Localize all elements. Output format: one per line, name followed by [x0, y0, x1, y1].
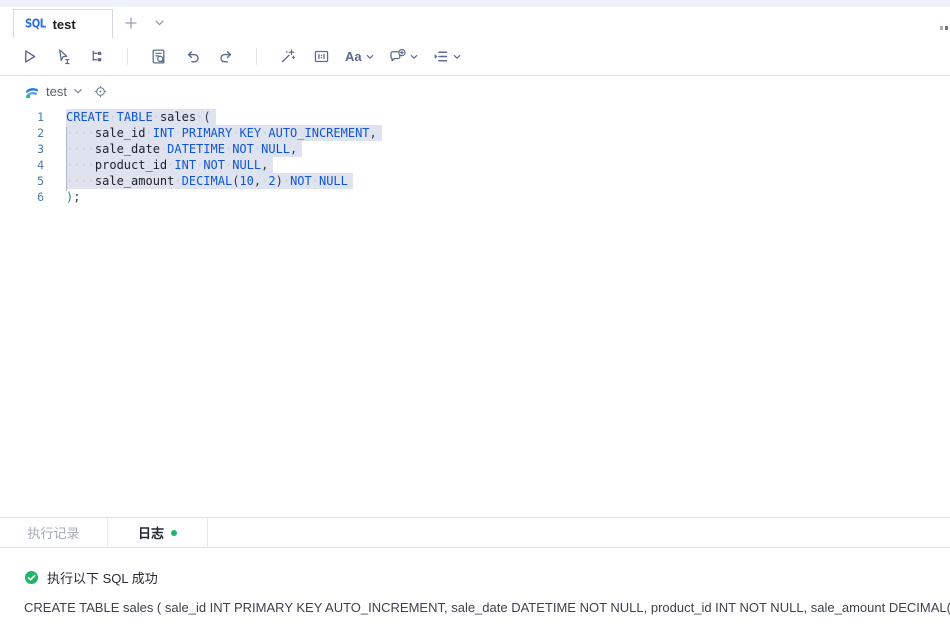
- caret-down-icon: [453, 54, 461, 60]
- redo-icon: [218, 48, 235, 65]
- success-check-icon: [24, 570, 39, 585]
- log-status-message: 执行以下 SQL 成功: [47, 571, 158, 586]
- code-line: 1 CREATE·TABLE·sales·(: [0, 109, 950, 125]
- sql-code-editor[interactable]: 1 CREATE·TABLE·sales·( 2 ····sale_id·INT·PR…: [0, 107, 950, 517]
- tab-sql-test[interactable]: SQL test: [13, 9, 113, 38]
- indent-button[interactable]: [430, 45, 463, 69]
- one-to-one-icon: [313, 48, 330, 65]
- code-line-text: );: [66, 190, 81, 204]
- caret-down-icon: [410, 54, 418, 60]
- code-line-text: CREATE·TABLE·sales·(: [66, 109, 216, 125]
- tab-label: test: [52, 16, 76, 32]
- execution-plan-button[interactable]: [85, 45, 109, 69]
- log-status-row: 执行以下 SQL 成功: [24, 568, 926, 587]
- line-number: 4: [37, 158, 44, 172]
- connection-name-label[interactable]: test: [46, 84, 67, 99]
- code-line-text: ····sale_amount·DECIMAL(10,·2)·NOT·NULL: [66, 173, 353, 189]
- comment-plus-icon: [388, 48, 406, 65]
- code-line: 2 ····sale_id·INT·PRIMARY·KEY·AUTO_INCREM…: [0, 125, 950, 141]
- bottom-panel-tabs: 执行记录 日志: [0, 517, 950, 548]
- database-connection-icon: [26, 87, 38, 98]
- tab-overflow-more-icon[interactable]: [940, 26, 948, 30]
- code-line: 4 ····product_id·INT·NOT·NULL,: [0, 157, 950, 173]
- run-icon: [21, 48, 38, 65]
- line-number: 2: [37, 126, 44, 140]
- magic-wand-button[interactable]: [275, 45, 299, 69]
- toolbar-separator: [256, 48, 257, 65]
- cursor-run-icon: [55, 48, 72, 65]
- line-number: 5: [37, 174, 44, 188]
- tab-list-dropdown-button[interactable]: [152, 17, 167, 29]
- log-panel: 执行以下 SQL 成功 CREATE TABLE sales ( sale_id…: [0, 548, 950, 615]
- plus-icon: [125, 17, 137, 28]
- code-line: 5 ····sale_amount·DECIMAL(10,·2)·NOT·NULL: [0, 173, 950, 189]
- font-case-button[interactable]: Aa: [343, 45, 376, 69]
- undo-icon: [184, 48, 201, 65]
- tab-log-label: 日志: [137, 526, 164, 541]
- connection-breadcrumb: test: [0, 76, 950, 107]
- code-line: 3 ····sale_date·DATETIME·NOT·NULL,: [0, 141, 950, 157]
- editor-tab-bar: SQL test: [0, 7, 950, 38]
- cursor-run-button[interactable]: [51, 45, 75, 69]
- chevron-down-icon: [74, 88, 82, 94]
- undo-button[interactable]: [180, 45, 204, 69]
- code-line-text: ····product_id·INT·NOT·NULL,: [66, 157, 274, 173]
- code-line: 6);: [0, 189, 950, 205]
- chevron-down-icon: [155, 19, 164, 25]
- toolbar-separator: [127, 48, 128, 65]
- locate-in-tree-button[interactable]: [93, 84, 108, 99]
- code-lines: 1 CREATE·TABLE·sales·( 2 ····sale_id·INT·PR…: [0, 109, 950, 205]
- log-executed-sql: CREATE TABLE sales ( sale_id INT PRIMARY…: [24, 600, 950, 615]
- tab-log[interactable]: 日志: [108, 518, 208, 547]
- doc-search-icon: [150, 48, 167, 65]
- caret-down-icon: [366, 54, 374, 60]
- tab-execution-history[interactable]: 执行记录: [0, 518, 108, 547]
- one-to-one-button[interactable]: [309, 45, 333, 69]
- code-line-text: ····sale_date·DATETIME·NOT·NULL,: [66, 141, 303, 157]
- run-button[interactable]: [17, 45, 41, 69]
- new-tab-button[interactable]: [122, 14, 140, 32]
- app-window: SQL test Aa test 1 CREATE·TABLE·sales·(…: [0, 0, 950, 615]
- execution-plan-icon: [89, 48, 106, 65]
- log-activity-dot: [171, 529, 177, 536]
- indent-icon: [432, 48, 449, 65]
- sql-file-icon: SQL: [25, 17, 46, 31]
- line-number: 3: [37, 142, 44, 156]
- code-line-text: ····sale_id·INT·PRIMARY·KEY·AUTO_INCREME…: [66, 125, 382, 141]
- tab-actions: [122, 7, 167, 38]
- editor-toolbar: Aa: [0, 38, 950, 76]
- line-number: 6: [37, 190, 44, 204]
- doc-search-button[interactable]: [146, 45, 170, 69]
- redo-button[interactable]: [214, 45, 238, 69]
- window-top-strip: [0, 0, 950, 7]
- comment-plus-button[interactable]: [386, 45, 420, 69]
- magic-wand-icon: [279, 48, 296, 65]
- line-number: 1: [37, 110, 44, 124]
- indent-guide: [66, 127, 67, 191]
- locate-target-icon: [94, 85, 107, 98]
- font-case-icon: Aa: [345, 49, 362, 64]
- tab-execution-history-label: 执行记录: [27, 526, 80, 541]
- connection-dropdown-button[interactable]: [73, 88, 83, 95]
